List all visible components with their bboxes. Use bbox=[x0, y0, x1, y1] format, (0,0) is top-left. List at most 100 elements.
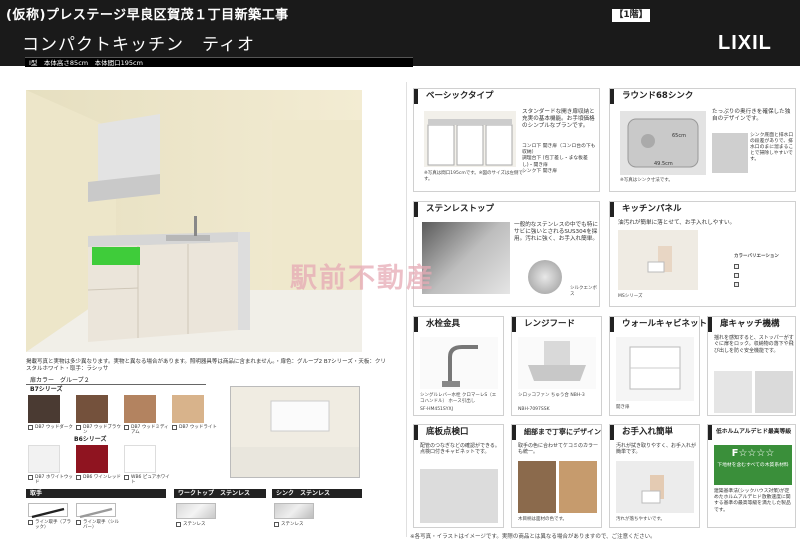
swatch-b7-2-check[interactable] bbox=[76, 425, 81, 430]
card-design-title: 細部まで丁寧にデザイン bbox=[512, 425, 601, 440]
handle-silver-check[interactable] bbox=[76, 520, 81, 525]
lixil-logo: LIXIL bbox=[718, 32, 772, 54]
floor-tag: 【1階】 bbox=[612, 9, 650, 22]
handle-label: 取手 bbox=[26, 489, 166, 498]
door-catch-photo-1 bbox=[714, 371, 752, 413]
stainless-photo bbox=[422, 222, 510, 294]
card-basic-desc: スタンダードな開き扉収納と充実の基本機能。お手頃価格のシンプルなプランです。 bbox=[522, 109, 595, 130]
card-stainless-caption: シルクエンボス bbox=[570, 286, 597, 297]
panel-variation-1[interactable] bbox=[734, 264, 739, 269]
handle-silver-label: ライン取手（シルバー） bbox=[83, 520, 119, 530]
faucet-icon bbox=[420, 337, 498, 389]
worktop-swatch bbox=[176, 503, 216, 519]
swatch-b7-1[interactable] bbox=[28, 395, 60, 423]
handle-silver-image bbox=[76, 503, 116, 519]
worktop-name: ステンレス bbox=[183, 522, 206, 527]
design-photo-2 bbox=[559, 461, 597, 513]
card-sink-caption: ※写真はシンク寸法です。 bbox=[620, 178, 673, 183]
card-sink-desc: たっぷりの奥行きを確保した独自のデザインです。 bbox=[712, 109, 791, 123]
handle-black-check[interactable] bbox=[28, 520, 33, 525]
card-faucet-caption: SF-HM451SYXJ bbox=[420, 407, 453, 412]
handle-silver-icon bbox=[79, 507, 113, 519]
series-b6-label: B6シリーズ bbox=[74, 436, 107, 443]
card-faucet: 水栓金具 シングルレバー水栓 クロマーレS（エコハンドル） ホース引出し SF-… bbox=[413, 316, 504, 416]
card-easyclean-title: お手入れ簡単 bbox=[610, 425, 673, 440]
wall-cabinet-feature-photo bbox=[616, 337, 694, 401]
swatch-b7-3[interactable] bbox=[124, 395, 156, 423]
silk-emboss-sample bbox=[528, 260, 562, 294]
render-notes: 掲載写真と実物は多少異なります。実物と異なる場合があります。照明器具等は商品に含… bbox=[26, 359, 386, 372]
sink-name: ステンレス bbox=[281, 522, 304, 527]
worktop-check[interactable] bbox=[176, 522, 181, 527]
panel-divider bbox=[406, 82, 407, 537]
swatch-b7-1-label: DB7 ウッドダーク bbox=[35, 425, 73, 430]
card-hood-desc: シロッコファン ちゅう合 NBH-3 bbox=[518, 393, 585, 398]
f4star-badge: F☆☆☆☆ 下地材を含むすべての木質系材料 bbox=[714, 445, 792, 485]
card-panel-title: キッチンパネル bbox=[610, 202, 682, 217]
basic-type-photo bbox=[424, 111, 516, 167]
swatch-b7-1-check[interactable] bbox=[28, 425, 33, 430]
sink-swatch bbox=[274, 503, 314, 519]
card-formaldehyde-title: 低ホルムアルデヒド最高等級 bbox=[708, 425, 791, 440]
round-sink-illustration: 65cm 49.5cm bbox=[620, 111, 706, 175]
swatch-b7-3-label: DB7 ウッドミディアム bbox=[131, 425, 169, 435]
header: (仮称)プレステージ早良区賀茂１丁目新築工事 コンパクトキッチン ティオ 【1階… bbox=[0, 0, 800, 67]
round-sink-photo: 65cm 49.5cm bbox=[620, 111, 706, 175]
sink-label: シンク ステンレス bbox=[272, 489, 362, 498]
card-wallcab-title: ウォールキャビネット bbox=[610, 317, 707, 332]
card-basic-items: コンロ下 開き扉（コンロ台の下も収納） 調理台下 (包丁差し・まな板差し)・開き… bbox=[522, 144, 596, 174]
swatch-b6-3-label: WB6 ピュアホワイト bbox=[131, 475, 170, 485]
swatch-b6-3[interactable] bbox=[124, 445, 156, 473]
card-detail-design: 細部まで丁寧にデザイン 取手の色に合わせてケコミのカラーも統一。 木目柄は面材の… bbox=[511, 424, 602, 528]
product-name: コンパクトキッチン ティオ bbox=[22, 35, 255, 55]
swatch-b6-2-check[interactable] bbox=[76, 475, 81, 480]
faucet-photo bbox=[420, 337, 498, 389]
swatch-b7-3-check[interactable] bbox=[124, 425, 129, 430]
series-b7-label: B7シリーズ bbox=[30, 386, 63, 393]
kitchen-panel-photo bbox=[618, 230, 698, 290]
swatch-b6-1-check[interactable] bbox=[28, 475, 33, 480]
card-easyclean-caption: 汚れが落ちやすいです。 bbox=[616, 517, 665, 522]
card-sink-title: ラウンド68シンク bbox=[610, 89, 693, 104]
card-basic-type: ベーシックタイプ スタンダードな開き扉収納と充実の基本機能。お手頃価格のシンプル… bbox=[413, 88, 600, 192]
kitchen-illustration bbox=[26, 90, 362, 352]
card-easy-clean: お手入れ簡単 汚れが拭き取りやすく、お手入れが簡単です。 汚れが落ちやすいです。 bbox=[609, 424, 700, 528]
watermark: 駅前不動産 bbox=[290, 263, 435, 294]
spec-text: I型 本体高さ85cm 本体間口195cm bbox=[29, 59, 143, 67]
handle-black-icon bbox=[31, 507, 65, 519]
card-doorcatch-desc: 揺れを感知すると、ストッパーがすぐに扉をロック。収納物の落下や飛び出しを防ぐ安全… bbox=[714, 335, 794, 354]
door-catch-photo-2 bbox=[755, 371, 793, 413]
card-sink-desc2: シンク底面と排水口の段差がありで、排水口のまに溜まることで掃除しやすいです。 bbox=[750, 133, 794, 162]
swatch-b6-2[interactable] bbox=[76, 445, 108, 473]
range-hood-icon bbox=[518, 337, 596, 389]
card-design-caption: 木目柄は面材の色です。 bbox=[518, 517, 568, 522]
wall-cabinet-illustration bbox=[231, 387, 359, 477]
swatch-b6-1[interactable] bbox=[28, 445, 60, 473]
panel-variation-label: カラーバリエーション bbox=[734, 254, 779, 259]
card-doorcatch-title: 扉キャッチ機構 bbox=[708, 317, 780, 332]
swatch-b6-3-check[interactable] bbox=[124, 475, 129, 480]
card-stainless-title: ステンレストップ bbox=[414, 202, 494, 217]
swatch-b7-2-label: DB7 ウッドブラウン bbox=[83, 425, 121, 435]
sink-check[interactable] bbox=[274, 522, 279, 527]
swatch-b6-1-label: DB7 ホワイトウッド bbox=[35, 475, 73, 485]
swatch-b7-4-check[interactable] bbox=[172, 425, 177, 430]
panel-variation-2[interactable] bbox=[734, 273, 739, 278]
handle-black-image bbox=[28, 503, 68, 519]
card-stainless-desc: 一般的なステンレスの中でも特にサビに強いとされるSUS304を採用。汚れに強く、… bbox=[514, 222, 598, 243]
swatch-b7-4[interactable] bbox=[172, 395, 204, 423]
card-formaldehyde: 低ホルムアルデヒド最高等級 F☆☆☆☆ 下地材を含むすべての木質系材料 建築基準… bbox=[707, 424, 796, 528]
easy-clean-illustration bbox=[616, 461, 694, 513]
card-kitchen-panel: キッチンパネル 油汚れが簡単に落とせて、お手入れしやすい。 MSシリーズ カラー… bbox=[609, 201, 796, 307]
swatch-b7-2[interactable] bbox=[76, 395, 108, 423]
card-design-desc: 取手の色に合わせてケコミのカラーも統一。 bbox=[518, 443, 599, 456]
basic-type-illustration bbox=[424, 111, 516, 167]
card-easyclean-desc: 汚れが拭き取りやすく、お手入れが簡単です。 bbox=[616, 443, 697, 456]
kitchen-render-image bbox=[26, 90, 362, 352]
card-wall-cabinet: ウォールキャビネット 開き扉 bbox=[609, 316, 707, 416]
card-panel-desc: 油汚れが簡単に落とせて、お手入れしやすい。 bbox=[618, 220, 736, 226]
panel-variation-3[interactable] bbox=[734, 282, 739, 287]
door-color-label: 扉カラー グループ２ bbox=[26, 376, 206, 385]
card-floor-inspection: 底板点検口 配管のつなぎなどの確認ができる。点検口付きキャビネットです。 bbox=[413, 424, 504, 528]
card-faucet-desc: シングルレバー水栓 クロマーレS（エコハンドル） ホース引出し bbox=[420, 393, 497, 404]
